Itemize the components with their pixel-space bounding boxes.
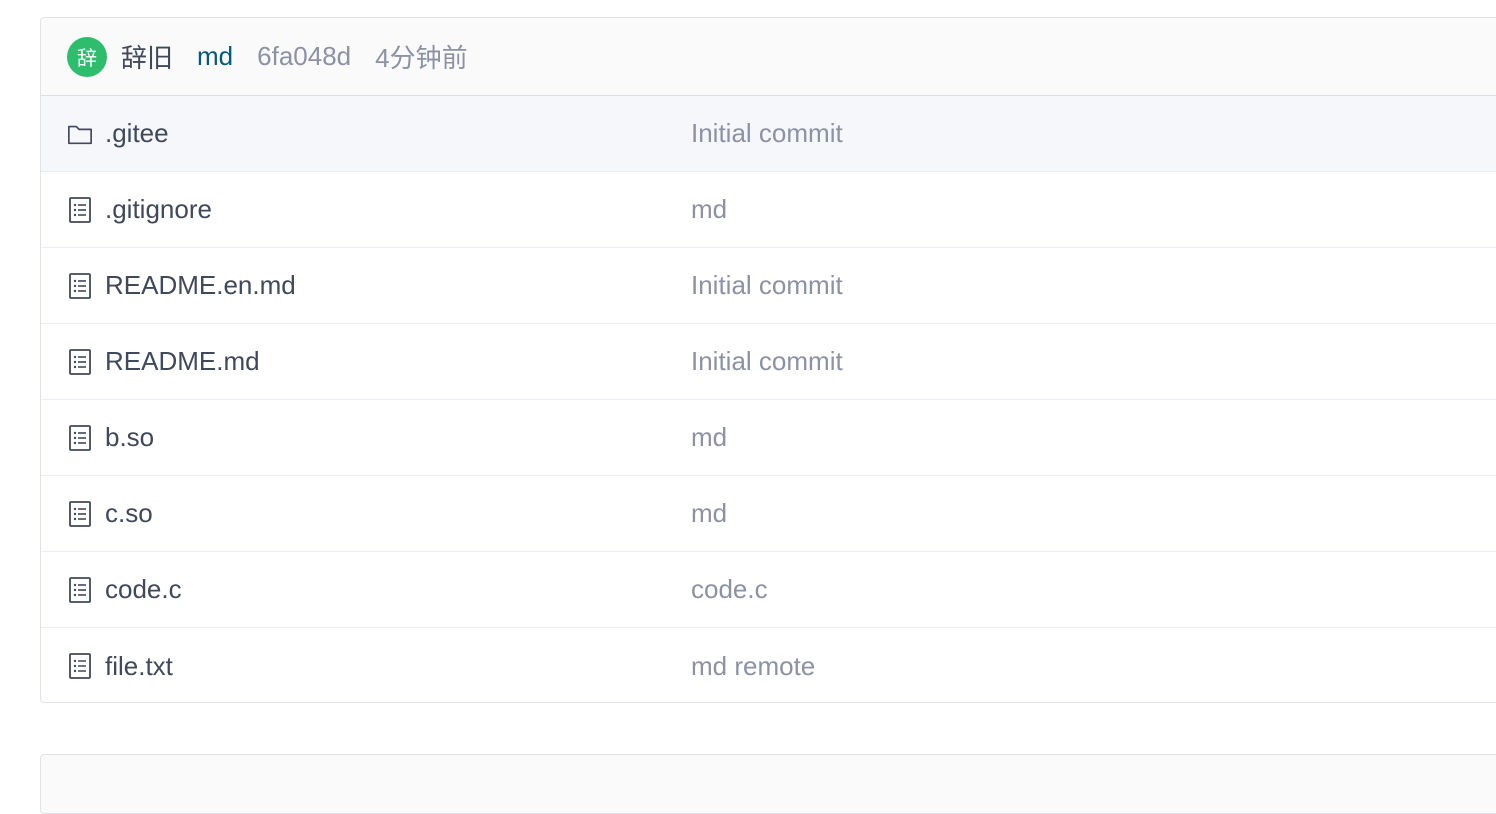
file-commit-message[interactable]: md [691, 194, 727, 225]
file-commit-message[interactable]: Initial commit [691, 270, 843, 301]
commit-time: 4分钟前 [375, 43, 468, 73]
file-row[interactable]: .gitignore md [41, 172, 1496, 248]
file-commit-message[interactable]: md remote [691, 651, 815, 682]
latest-commit-bar: 辞 辞旧 md 6fa048d 4分钟前 [41, 18, 1496, 96]
file-row[interactable]: c.so md [41, 476, 1496, 552]
readme-panel [40, 754, 1496, 814]
file-commit-message[interactable]: Initial commit [691, 118, 843, 149]
folder-icon [67, 121, 93, 147]
file-row[interactable]: code.c code.c [41, 552, 1496, 628]
file-text-icon [67, 576, 93, 603]
file-text-icon [67, 500, 93, 527]
file-text-icon [67, 196, 93, 223]
avatar[interactable]: 辞 [67, 36, 107, 77]
commit-author[interactable]: 辞旧 [121, 38, 173, 75]
file-text-icon [67, 424, 93, 451]
file-text-icon [67, 653, 93, 679]
file-name-link[interactable]: c.so [105, 498, 153, 529]
file-row[interactable]: file.txt md remote [41, 628, 1496, 702]
file-name-link[interactable]: b.so [105, 422, 154, 453]
file-name-link[interactable]: README.en.md [105, 270, 296, 301]
file-row[interactable]: .gitee Initial commit [41, 96, 1496, 172]
file-name-link[interactable]: file.txt [105, 651, 173, 682]
file-name-link[interactable]: .gitee [105, 118, 169, 149]
file-row[interactable]: README.md Initial commit [41, 324, 1496, 400]
file-text-icon [67, 272, 93, 299]
file-text-icon [67, 348, 93, 375]
file-commit-message[interactable]: md [691, 422, 727, 453]
commit-message-link[interactable]: md [197, 41, 233, 72]
file-commit-message[interactable]: Initial commit [691, 346, 843, 377]
file-row[interactable]: b.so md [41, 400, 1496, 476]
file-name-link[interactable]: code.c [105, 574, 182, 605]
file-name-link[interactable]: README.md [105, 346, 260, 377]
commit-sha[interactable]: 6fa048d [257, 41, 351, 72]
file-row[interactable]: README.en.md Initial commit [41, 248, 1496, 324]
file-commit-message[interactable]: md [691, 498, 727, 529]
file-commit-message[interactable]: code.c [691, 574, 768, 605]
file-list-panel: 辞 辞旧 md 6fa048d 4分钟前 .gitee Initial comm… [40, 17, 1496, 703]
file-name-link[interactable]: .gitignore [105, 194, 212, 225]
